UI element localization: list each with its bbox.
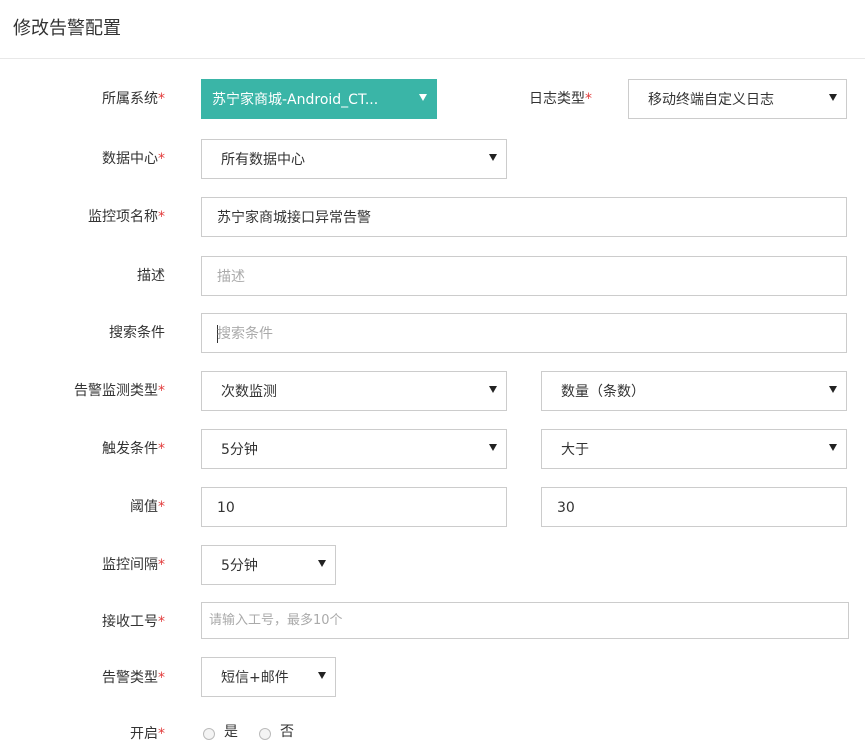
chevron-down-icon [829, 386, 837, 393]
monitor-name-input[interactable]: 苏宁家商城接口异常告警 [201, 197, 847, 237]
system-label: 所属系统* [102, 91, 165, 107]
description-placeholder: 描述 [217, 269, 245, 285]
enable-yes-radio[interactable] [203, 728, 215, 740]
trigger-label: 触发条件* [102, 441, 165, 457]
log-type-label: 日志类型* [529, 91, 592, 107]
monitor-name-value: 苏宁家商城接口异常告警 [217, 210, 371, 226]
data-center-select[interactable]: 所有数据中心 [201, 139, 507, 179]
detect-unit-select[interactable]: 数量（条数） [541, 371, 847, 411]
chevron-down-icon [489, 386, 497, 393]
interval-select-value: 5分钟 [221, 558, 258, 574]
enable-no-radio[interactable] [259, 728, 271, 740]
chevron-down-icon [829, 444, 837, 451]
chevron-down-icon [489, 444, 497, 451]
data-center-select-value: 所有数据中心 [221, 152, 305, 168]
monitor-name-label: 监控项名称* [88, 209, 165, 225]
enable-label: 开启* [130, 726, 165, 742]
threshold-input-2[interactable]: 30 [541, 487, 847, 527]
trigger-period-value: 5分钟 [221, 442, 258, 458]
detect-type-select[interactable]: 次数监测 [201, 371, 507, 411]
chevron-down-icon [318, 672, 326, 679]
chevron-down-icon [829, 94, 837, 101]
interval-label: 监控间隔* [102, 557, 165, 573]
trigger-period-select[interactable]: 5分钟 [201, 429, 507, 469]
threshold-value-1: 10 [217, 500, 235, 516]
search-condition-label: 搜索条件 [109, 325, 165, 341]
log-type-select-value: 移动终端自定义日志 [648, 92, 774, 108]
trigger-operator-select[interactable]: 大于 [541, 429, 847, 469]
data-center-label: 数据中心* [102, 151, 165, 167]
threshold-value-2: 30 [557, 500, 575, 516]
receivers-input[interactable]: 请输入工号，最多10个 [201, 602, 849, 639]
search-condition-input[interactable]: 搜索条件 [201, 313, 847, 353]
description-input[interactable]: 描述 [201, 256, 847, 296]
search-condition-placeholder: 搜索条件 [217, 326, 273, 342]
enable-yes-label: 是 [224, 724, 238, 740]
alarm-type-label: 告警类型* [102, 670, 165, 686]
system-select-value: 苏宁家商城-Android_CT... [212, 92, 379, 108]
enable-no-label: 否 [280, 724, 294, 740]
threshold-label: 阈值* [130, 499, 165, 515]
chevron-down-icon [419, 94, 427, 101]
alarm-type-select-value: 短信+邮件 [221, 670, 289, 686]
page-title: 修改告警配置 [13, 18, 121, 39]
alarm-type-select[interactable]: 短信+邮件 [201, 657, 336, 697]
interval-select[interactable]: 5分钟 [201, 545, 336, 585]
system-select[interactable]: 苏宁家商城-Android_CT... [201, 79, 437, 119]
trigger-operator-value: 大于 [561, 442, 589, 458]
chevron-down-icon [318, 560, 326, 567]
description-label: 描述 [137, 268, 165, 284]
receivers-placeholder: 请输入工号，最多10个 [209, 613, 343, 628]
receivers-label: 接收工号* [102, 614, 165, 630]
threshold-input-1[interactable]: 10 [201, 487, 507, 527]
chevron-down-icon [489, 154, 497, 161]
page-header: 修改告警配置 [0, 0, 865, 59]
detect-type-label: 告警监测类型* [74, 383, 165, 399]
detect-unit-select-value: 数量（条数） [561, 384, 645, 400]
detect-type-select-value: 次数监测 [221, 384, 277, 400]
log-type-select[interactable]: 移动终端自定义日志 [628, 79, 847, 119]
